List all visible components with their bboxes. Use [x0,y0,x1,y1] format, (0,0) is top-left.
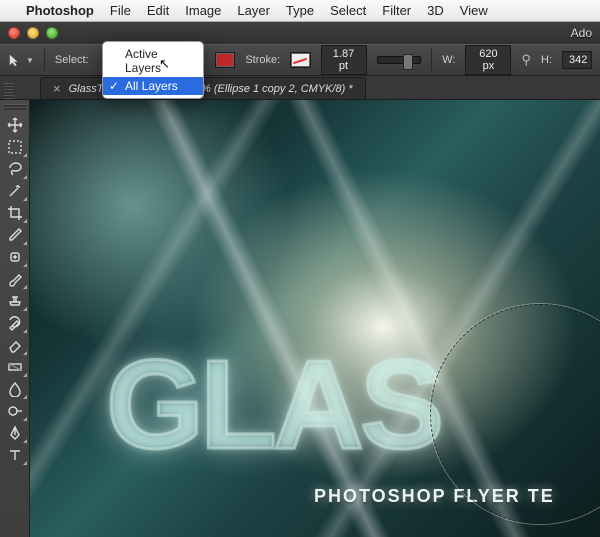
pen-tool[interactable] [2,422,28,444]
stroke-color-swatch[interactable] [290,52,310,68]
separator [44,49,45,71]
healing-brush-tool[interactable] [2,246,28,268]
menu-3d[interactable]: 3D [427,3,444,18]
document-canvas[interactable]: GLAS PHOTOSHOP FLYER TE [30,100,600,537]
menu-select[interactable]: Select [330,3,366,18]
fill-color-swatch[interactable] [215,52,235,68]
menu-file[interactable]: File [110,3,131,18]
close-window-button[interactable] [8,27,20,39]
select-label: Select: [55,54,89,66]
lasso-tool[interactable] [2,158,28,180]
stroke-label: Stroke: [245,54,280,66]
crop-tool[interactable] [2,202,28,224]
width-field[interactable]: 620 px [465,45,511,75]
workspace: GLAS PHOTOSHOP FLYER TE [0,100,600,537]
close-tab-icon[interactable]: × [53,81,61,96]
window-title: Ado [571,26,592,40]
dodge-tool[interactable] [2,400,28,422]
menubar-app[interactable]: Photoshop [26,3,94,18]
width-label: W: [442,54,455,66]
document-tabbar: × GlassTemplate.psd @ 65.6% (Ellipse 1 c… [0,76,600,100]
link-dimensions-icon[interactable]: ⚲ [521,52,531,68]
tool-preset-picker[interactable]: ▼ [8,53,34,67]
brush-tool[interactable] [2,268,28,290]
select-layers-dropdown[interactable]: Active Layers All Layers ↖ [102,41,204,99]
menu-type[interactable]: Type [286,3,314,18]
tabbar-grip-icon[interactable] [4,83,14,99]
blur-tool[interactable] [2,378,28,400]
tools-grip-icon[interactable] [4,104,26,110]
stroke-type-picker[interactable] [377,56,422,64]
minimize-window-button[interactable] [27,27,39,39]
magic-wand-tool[interactable] [2,180,28,202]
height-label: H: [541,54,552,66]
stroke-weight-field[interactable]: 1.87 pt [321,45,367,75]
type-tool[interactable] [2,444,28,466]
mac-menubar: Photoshop File Edit Image Layer Type Sel… [0,0,600,22]
marquee-tool[interactable] [2,136,28,158]
clone-stamp-tool[interactable] [2,290,28,312]
zoom-window-button[interactable] [46,27,58,39]
dropdown-item-active-layers[interactable]: Active Layers [103,45,203,77]
height-field[interactable]: 342 [562,51,592,69]
separator [431,49,432,71]
menu-view[interactable]: View [460,3,488,18]
window-titlebar: Ado [0,22,600,44]
tools-panel [0,100,30,537]
menu-image[interactable]: Image [185,3,221,18]
options-bar: ▼ Select: Active Layers All Layers ↖ Fil… [0,44,600,76]
dropdown-item-all-layers[interactable]: All Layers [103,77,203,95]
artwork-headline: GLAS [106,332,440,477]
gradient-tool[interactable] [2,356,28,378]
eyedropper-tool[interactable] [2,224,28,246]
eraser-tool[interactable] [2,334,28,356]
history-brush-tool[interactable] [2,312,28,334]
move-tool[interactable] [2,114,28,136]
menu-filter[interactable]: Filter [382,3,411,18]
menu-edit[interactable]: Edit [147,3,169,18]
menu-layer[interactable]: Layer [237,3,270,18]
app-window: Ado ▼ Select: Active Layers All Layers ↖… [0,22,600,537]
